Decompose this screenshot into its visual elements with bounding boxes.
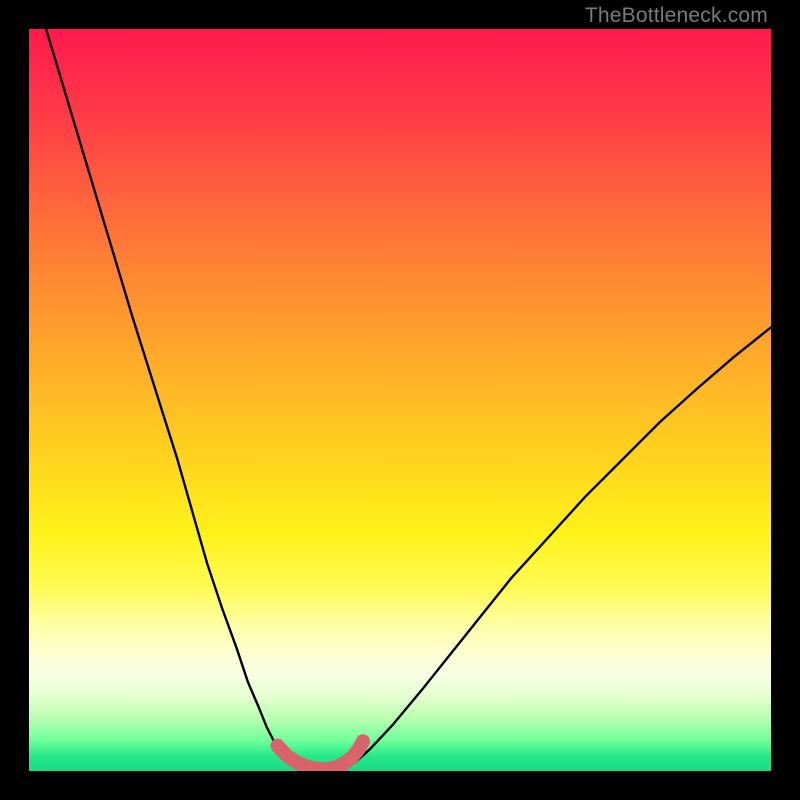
chart-svg [29, 29, 771, 771]
marker-dot [271, 739, 285, 753]
watermark-text: TheBottleneck.com [585, 4, 768, 28]
marker-dot [356, 734, 370, 748]
bottleneck-curve [44, 29, 771, 770]
marker-connector [278, 741, 363, 769]
outer-frame: TheBottleneck.com [0, 0, 800, 800]
bottleneck-floor-markers [271, 734, 370, 769]
plot-area [29, 29, 771, 771]
